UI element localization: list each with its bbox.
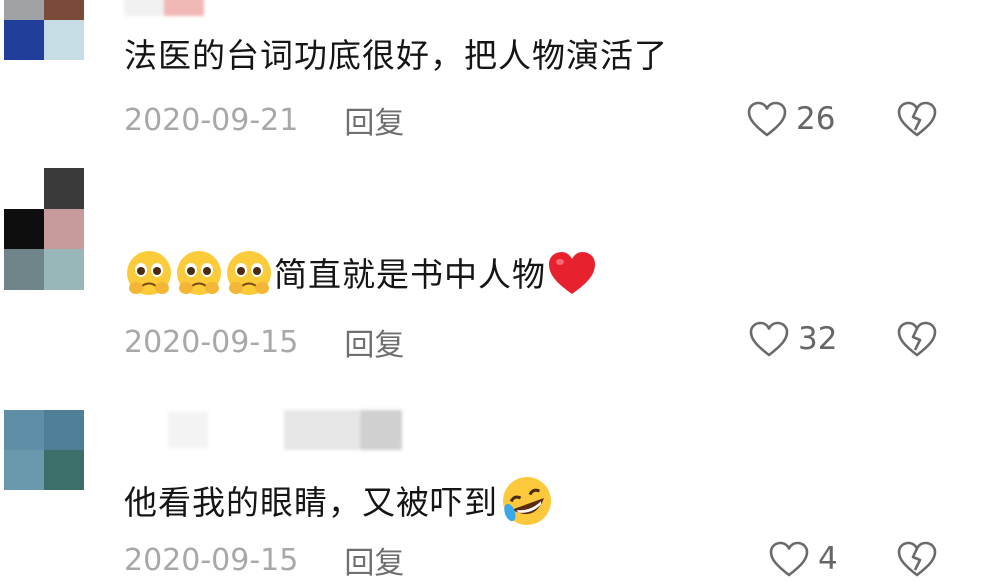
like-count: 4 [818, 541, 838, 577]
pleading-face-icon [174, 248, 224, 298]
comment-item: 法医的台词功底很好，把人物演活了 2020-09-21 回复 26 [0, 0, 984, 150]
username-blurred[interactable] [284, 410, 402, 450]
broken-heart-icon [896, 320, 938, 358]
comment-text: 他看我的眼睛，又被吓到 [124, 472, 556, 530]
like-count: 32 [798, 321, 838, 357]
comment-text: 法医的台词功底很好，把人物演活了 [124, 36, 668, 75]
reply-button[interactable]: 回复 [344, 98, 404, 142]
comment-meta: 2020-09-15 回复 [124, 538, 404, 582]
reply-button[interactable]: 回复 [344, 320, 404, 364]
heart-outline-icon [768, 540, 810, 578]
comment-text: 简直就是书中人物 [124, 248, 596, 298]
dislike-button[interactable] [896, 320, 938, 358]
red-heart-icon [546, 248, 596, 298]
like-button[interactable]: 32 [748, 320, 837, 358]
heart-outline-icon [748, 320, 790, 358]
dislike-button[interactable] [896, 540, 938, 578]
like-button[interactable]: 26 [746, 100, 835, 138]
broken-heart-icon [896, 540, 938, 578]
comment-date: 2020-09-21 [124, 102, 299, 138]
comment-item: 他看我的眼睛，又被吓到 2020-09-15 回复 4 [0, 404, 984, 582]
heart-outline-icon [746, 100, 788, 138]
pleading-face-icon [124, 248, 174, 298]
reply-button[interactable]: 回复 [344, 538, 404, 582]
rolling-laughing-icon [498, 472, 556, 530]
comment-date: 2020-09-15 [124, 324, 299, 360]
broken-heart-icon [896, 100, 938, 138]
avatar[interactable] [4, 168, 84, 290]
comment-meta: 2020-09-15 回复 [124, 320, 404, 364]
like-count: 26 [796, 101, 836, 137]
username-blurred[interactable] [124, 0, 204, 16]
avatar[interactable] [4, 0, 84, 60]
comment-item: 简直就是书中人物 2020-09-15 回复 32 [0, 168, 984, 378]
like-button[interactable]: 4 [768, 540, 838, 578]
pleading-face-icon [224, 248, 274, 298]
dislike-button[interactable] [896, 100, 938, 138]
comment-date: 2020-09-15 [124, 542, 299, 578]
avatar[interactable] [4, 410, 84, 490]
comment-meta: 2020-09-21 回复 [124, 98, 404, 142]
username-blurred[interactable] [168, 412, 208, 448]
